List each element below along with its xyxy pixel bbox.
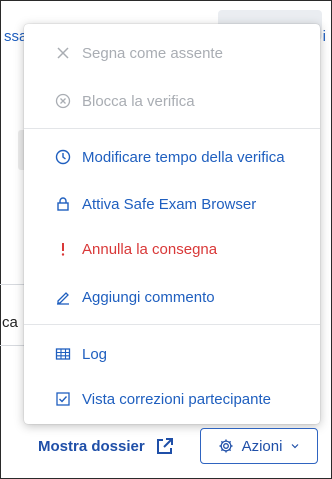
menu-item-label: Annulla la consegna (82, 240, 218, 258)
menu-item-label: Log (82, 345, 108, 363)
clock-icon (54, 148, 72, 166)
menu-item-edit-time[interactable]: Modificare tempo della verifica (24, 137, 320, 177)
lock-icon (54, 195, 72, 213)
table-icon (54, 345, 72, 363)
menu-item-label: Segna come assente (82, 44, 223, 62)
pencil-icon (54, 288, 72, 306)
show-dossier-link[interactable]: Mostra dossier (38, 436, 175, 456)
actions-button-label: Azioni (241, 437, 283, 455)
menu-item-label: Vista correzioni partecipante (82, 390, 271, 408)
menu-item-block-test[interactable]: Blocca la verifica (24, 81, 320, 121)
menu-item-log[interactable]: Log (24, 334, 320, 374)
menu-item-label: Modificare tempo della verifica (82, 148, 285, 166)
background-cut-text-right: i (322, 28, 326, 45)
close-icon (54, 44, 72, 62)
menu-item-safe-exam-browser[interactable]: Attiva Safe Exam Browser (24, 184, 320, 224)
menu-divider (24, 324, 320, 325)
checkbox-icon (54, 390, 72, 408)
gear-icon (219, 439, 233, 453)
menu-item-label: Attiva Safe Exam Browser (82, 195, 257, 213)
exclamation-icon (54, 240, 72, 258)
menu-item-cancel-submission[interactable]: Annulla la consegna (24, 229, 320, 269)
chevron-down-icon (291, 444, 299, 449)
background-cut-text-mid: ca (2, 314, 18, 331)
menu-item-add-comment[interactable]: Aggiungi commento (24, 277, 320, 317)
external-link-icon (156, 438, 173, 454)
menu-item-mark-absent[interactable]: Segna come assente (24, 33, 320, 73)
menu-item-label: Aggiungi commento (82, 288, 215, 306)
menu-divider (24, 128, 320, 129)
actions-dropdown-button[interactable]: Azioni (200, 428, 318, 464)
circle-x-icon (54, 92, 72, 110)
menu-item-label: Blocca la verifica (82, 92, 195, 110)
show-dossier-label: Mostra dossier (38, 437, 145, 455)
actions-dropdown-menu: Segna come assente Blocca la verifica Mo… (24, 24, 320, 424)
menu-item-participant-corrections[interactable]: Vista correzioni partecipante (24, 379, 320, 419)
